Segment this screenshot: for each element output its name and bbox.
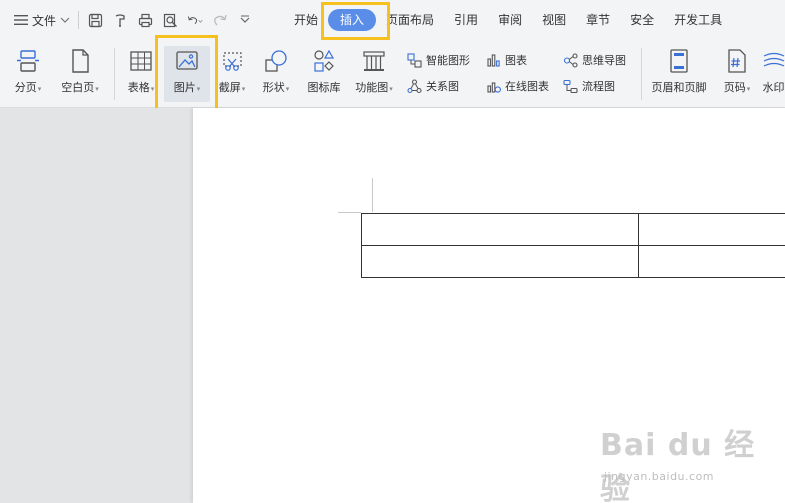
shape-button[interactable]: 形状▾ bbox=[256, 46, 296, 102]
function-chart-icon bbox=[363, 51, 385, 71]
blank-page-icon bbox=[72, 49, 89, 73]
relation-chart-button[interactable]: 关系图 bbox=[407, 77, 459, 95]
flowchart-label: 流程图 bbox=[582, 80, 615, 93]
mind-map-icon bbox=[563, 52, 578, 68]
table-row bbox=[360, 245, 785, 278]
file-menu-label: 文件 bbox=[32, 13, 57, 28]
chevron-down-icon bbox=[60, 17, 70, 23]
baidu-jingyan-watermark: Bai du 经验 jingyan.baidu.com bbox=[600, 420, 780, 503]
screenshot-button[interactable]: 截屏▾ bbox=[212, 46, 252, 102]
smart-art-icon bbox=[407, 52, 422, 68]
document-table[interactable] bbox=[360, 213, 785, 278]
blank-page-button[interactable]: 空白页▾ bbox=[54, 46, 106, 102]
table-label: 表格 bbox=[127, 81, 150, 94]
margin-marker-horizontal bbox=[338, 212, 361, 213]
watermark-icon bbox=[763, 52, 784, 67]
redo-icon[interactable] bbox=[212, 12, 228, 28]
dropdown-arrow-icon: ▾ bbox=[95, 85, 99, 93]
shape-label: 形状 bbox=[262, 81, 285, 94]
watermark-button[interactable]: 水印 bbox=[762, 46, 785, 102]
dropdown-arrow-icon: ▾ bbox=[746, 85, 751, 93]
undo-icon[interactable] bbox=[187, 12, 203, 28]
icon-library-label: 图标库 bbox=[307, 81, 341, 94]
tab-section[interactable]: 章节 bbox=[576, 9, 620, 31]
mind-map-label: 思维导图 bbox=[582, 54, 626, 67]
tab-page-layout[interactable]: 页面布局 bbox=[376, 9, 444, 31]
online-chart-icon bbox=[487, 81, 501, 93]
function-chart-button[interactable]: 功能图▾ bbox=[350, 46, 398, 102]
page-break-label: 分页 bbox=[14, 81, 37, 94]
tab-references[interactable]: 引用 bbox=[444, 9, 488, 31]
page-number-button[interactable]: 页码▾ bbox=[716, 46, 758, 102]
header-footer-label: 页眉和页脚 bbox=[651, 81, 707, 94]
dropdown-arrow-icon: ▾ bbox=[196, 85, 201, 93]
icon-library-icon bbox=[314, 49, 335, 72]
file-menu[interactable]: 文件 bbox=[14, 12, 70, 29]
menu-divider bbox=[78, 11, 80, 29]
dropdown-arrow-icon: ▾ bbox=[389, 85, 393, 93]
header-footer-button[interactable]: 页眉和页脚 bbox=[648, 46, 710, 102]
tab-developer[interactable]: 开发工具 bbox=[664, 9, 732, 31]
mind-map-button[interactable]: 思维导图 bbox=[563, 51, 626, 69]
insert-ribbon: 分页▾ 空白页▾ 表格▾ 图片▾ 截屏▾ 形状▾ 图标库 功能图▾ 智能图形 图… bbox=[0, 40, 785, 108]
smart-art-label: 智能图形 bbox=[426, 54, 470, 67]
table-cell[interactable] bbox=[360, 245, 640, 278]
tab-view[interactable]: 视图 bbox=[532, 9, 576, 31]
relation-chart-icon bbox=[407, 78, 422, 93]
shape-icon bbox=[265, 50, 287, 72]
screenshot-icon bbox=[223, 52, 242, 71]
online-chart-label: 在线图表 bbox=[505, 80, 549, 93]
screenshot-label: 截屏 bbox=[218, 81, 241, 94]
dropdown-arrow-icon: ▾ bbox=[285, 85, 290, 93]
watermark-label: 水印 bbox=[762, 81, 785, 94]
save-icon[interactable] bbox=[87, 12, 103, 28]
tab-insert[interactable]: 插入 bbox=[328, 9, 377, 31]
navigation-pane bbox=[0, 108, 193, 503]
ribbon-separator bbox=[114, 48, 115, 100]
page-break-icon bbox=[17, 50, 39, 72]
customize-toolbar-icon[interactable] bbox=[237, 12, 253, 28]
margin-marker-vertical bbox=[372, 178, 373, 212]
bar-chart-icon bbox=[487, 53, 500, 67]
ribbon-tabs: 开始 插入 页面布局 引用 审阅 视图 章节 安全 开发工具 bbox=[284, 0, 732, 40]
flowchart-button[interactable]: 流程图 bbox=[563, 77, 615, 95]
watermark-url: jingyan.baidu.com bbox=[604, 470, 715, 483]
table-cell[interactable] bbox=[638, 213, 785, 246]
table-button[interactable]: 表格▾ bbox=[121, 46, 161, 102]
icon-library-button[interactable]: 图标库 bbox=[302, 46, 346, 102]
chart-label: 图表 bbox=[505, 54, 527, 67]
tab-security[interactable]: 安全 bbox=[620, 9, 664, 31]
table-cell[interactable] bbox=[638, 245, 785, 278]
blank-page-label: 空白页 bbox=[61, 81, 95, 94]
relation-chart-label: 关系图 bbox=[426, 80, 459, 93]
page-number-label: 页码 bbox=[723, 81, 746, 94]
picture-label: 图片 bbox=[173, 81, 196, 94]
tab-home[interactable]: 开始 bbox=[284, 9, 328, 31]
format-painter-icon[interactable] bbox=[112, 12, 128, 28]
ribbon-separator bbox=[641, 48, 642, 100]
quick-access-toolbar bbox=[87, 12, 253, 28]
print-icon[interactable] bbox=[137, 12, 153, 28]
chart-button[interactable]: 图表 bbox=[486, 51, 527, 69]
online-chart-button[interactable]: 在线图表 bbox=[486, 77, 549, 95]
function-chart-label: 功能图 bbox=[355, 81, 389, 94]
print-preview-icon[interactable] bbox=[162, 12, 178, 28]
dropdown-arrow-icon: ▾ bbox=[37, 85, 42, 93]
dropdown-arrow-icon: ▾ bbox=[241, 85, 246, 93]
page-break-button[interactable]: 分页▾ bbox=[8, 46, 48, 102]
flowchart-icon bbox=[563, 79, 578, 93]
table-row bbox=[360, 213, 785, 246]
header-footer-icon bbox=[670, 49, 688, 73]
dropdown-arrow-icon: ▾ bbox=[150, 85, 155, 93]
smart-art-button[interactable]: 智能图形 bbox=[407, 51, 470, 69]
page-number-icon bbox=[728, 49, 746, 73]
picture-button[interactable]: 图片▾ bbox=[164, 46, 210, 102]
tab-review[interactable]: 审阅 bbox=[488, 9, 532, 31]
watermark-logo: Bai du 经验 bbox=[600, 428, 756, 503]
picture-icon bbox=[176, 51, 198, 70]
table-icon bbox=[130, 51, 152, 71]
table-cell[interactable] bbox=[360, 213, 640, 246]
menu-bar: 文件 开始 插入 页面布局 引用 审阅 视图 章节 安全 开发工具 bbox=[0, 0, 785, 40]
hamburger-icon bbox=[14, 15, 28, 25]
